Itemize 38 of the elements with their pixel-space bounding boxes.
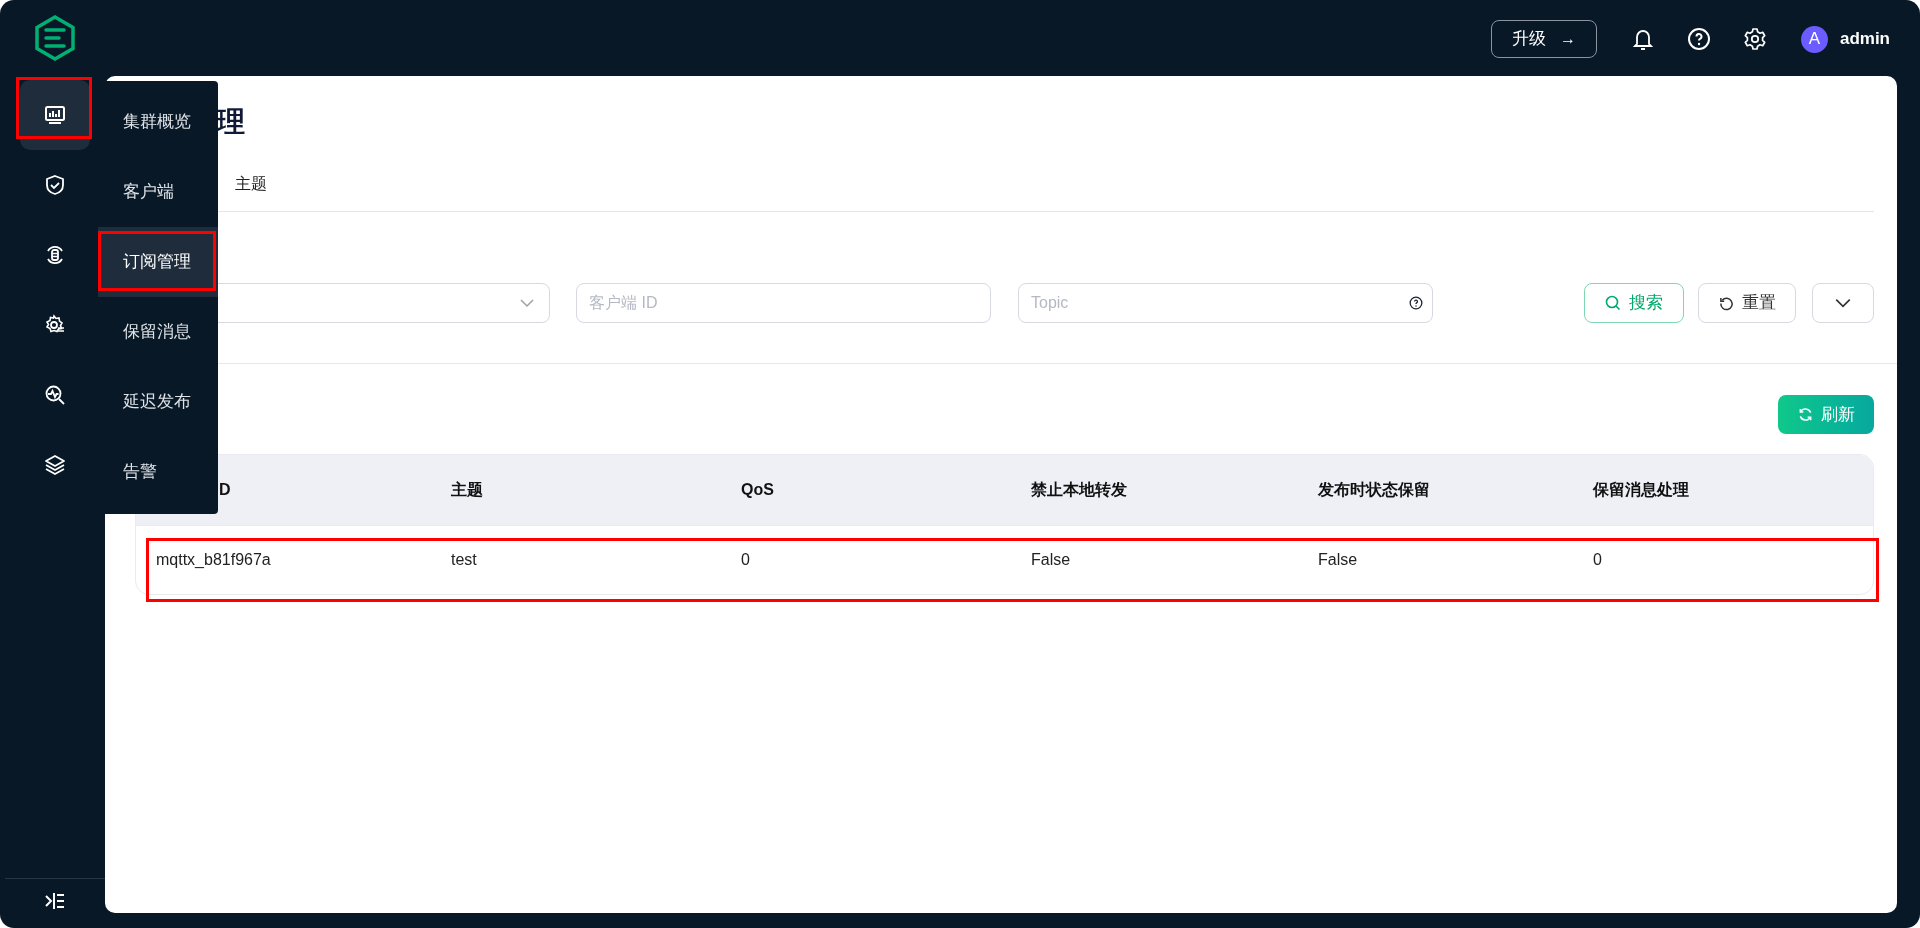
topic-field[interactable]: Topic <box>1018 283 1433 323</box>
magnifier-pulse-icon <box>43 383 67 407</box>
table-cell-text: False <box>1030 550 1072 570</box>
menu-item[interactable]: 保留消息 <box>98 297 218 367</box>
settings-icon <box>1742 27 1767 51</box>
column-header: 保留消息处理 <box>1591 480 1690 500</box>
logo-icon <box>34 15 76 61</box>
column-header: 发布时状态保留 <box>1317 480 1431 500</box>
table-cell-text: 0 <box>740 550 751 570</box>
upgrade-button[interactable]: 升级 → <box>1490 20 1597 58</box>
page-title: 理 <box>217 105 246 139</box>
column-header: 禁止本地转发 <box>1030 480 1128 500</box>
reset-icon <box>1718 295 1734 311</box>
layers-icon <box>43 453 67 477</box>
table-cell-text: test <box>450 550 478 570</box>
help-icon <box>1409 296 1423 310</box>
monitor-chart-icon <box>43 103 67 127</box>
menu-item[interactable]: 客户端 <box>98 157 218 227</box>
search-icon <box>1605 295 1621 311</box>
column-header: QoS <box>740 480 775 500</box>
menu-item[interactable]: 集群概览 <box>98 87 218 157</box>
reset-button[interactable]: 重置 <box>1698 283 1796 323</box>
menu-item[interactable]: 订阅管理 <box>98 227 218 297</box>
column-header: 主题 <box>450 480 484 500</box>
table-cell-text: mqttx_b81f967a <box>155 550 272 570</box>
help-icon <box>1686 27 1711 51</box>
table-cell-text: False <box>1317 550 1359 570</box>
shield-check-icon <box>43 173 67 197</box>
refresh-icon <box>1797 407 1813 422</box>
client-id-field[interactable]: 客户端 ID <box>576 283 991 323</box>
user-name[interactable]: admin <box>1839 26 1890 52</box>
user-avatar[interactable]: A <box>1800 25 1828 53</box>
collapse-icon <box>44 892 66 910</box>
tab[interactable]: 主题 <box>235 171 267 196</box>
menu-item[interactable]: 延迟发布 <box>98 367 218 437</box>
column-header: D <box>218 480 232 500</box>
table-cell-text: 0 <box>1592 550 1603 570</box>
menu-item[interactable]: 告警 <box>98 437 218 507</box>
